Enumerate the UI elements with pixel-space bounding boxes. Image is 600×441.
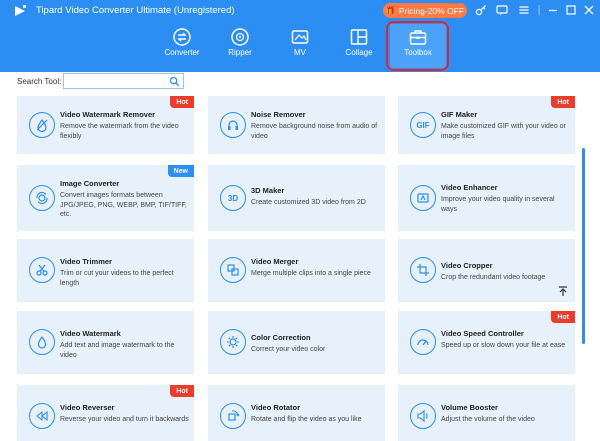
tool-title: Video Enhancer (441, 183, 498, 192)
app-header: Tipard Video Converter Ultimate (Unregis… (0, 0, 600, 72)
search-box[interactable] (63, 73, 184, 92)
pricing-promo-label: Pricing-20% OFF (398, 5, 465, 16)
tool-desc: Trim or cut your videos to the perfect l… (60, 270, 174, 287)
search-input[interactable] (64, 77, 164, 92)
tool-title: Video Rotator (251, 403, 301, 412)
new-badge: New (167, 165, 194, 177)
tool-card-video-merger[interactable]: Video Merger Merge multiple clips into a… (208, 239, 385, 302)
tool-card-video-enhancer[interactable]: Video Enhancer Improve your video qualit… (398, 165, 575, 231)
tool-card-video-reverser[interactable]: Hot Video Reverser Reverse your video an… (17, 385, 194, 441)
app-logo-icon (15, 4, 27, 16)
app-title: Tipard Video Converter Ultimate (Unregis… (36, 5, 235, 16)
water-drop-icon (29, 329, 55, 355)
mv-icon (291, 30, 309, 44)
tool-card-video-watermark[interactable]: Video Watermark Add text and image water… (17, 311, 194, 374)
hot-badge: Hot (551, 96, 575, 108)
gif-icon: GIF (410, 112, 436, 138)
color-correction-icon (220, 329, 246, 355)
nav-converter[interactable]: Converter (154, 24, 210, 64)
maximize-icon[interactable] (564, 3, 578, 17)
tool-card-color-correction[interactable]: Color Correction Correct your video colo… (208, 311, 385, 374)
tool-desc: Remove the watermark from the video flex… (60, 123, 179, 140)
vertical-scrollbar[interactable] (582, 148, 585, 344)
tool-desc: Adjust the volume of the video (441, 416, 535, 423)
tool-desc: Reverse your video and turn it backwards (60, 416, 189, 423)
menu-icon[interactable] (517, 3, 531, 17)
tool-title: Video Watermark Remover (60, 110, 156, 119)
image-converter-icon (29, 185, 55, 211)
tool-title: Video Merger (251, 257, 299, 266)
tool-title: Noise Remover (251, 110, 306, 119)
tool-desc: Improve your video quality in several wa… (441, 196, 555, 213)
enhancer-icon (410, 185, 436, 211)
tool-title: Video Watermark (60, 329, 121, 338)
tool-desc: Make customized GIF with your video or i… (441, 123, 566, 140)
tool-card-noise-remover[interactable]: Noise Remover Remove background noise fr… (208, 96, 385, 154)
tool-title: Color Correction (251, 333, 311, 342)
nav-mv-label: MV (294, 48, 306, 57)
minimize-icon[interactable] (546, 3, 560, 17)
tool-title: 3D Maker (251, 186, 285, 195)
tool-card-video-cropper[interactable]: Video Cropper Crop the redundant video f… (398, 239, 575, 302)
3d-icon: 3D (220, 185, 246, 211)
merger-icon (220, 257, 246, 283)
hot-badge: Hot (170, 96, 194, 108)
search-icon[interactable] (169, 76, 180, 87)
tool-card-video-rotator[interactable]: Video Rotator Rotate and flip the video … (208, 385, 385, 441)
title-bar: Tipard Video Converter Ultimate (Unregis… (0, 0, 600, 22)
tool-card-video-trimmer[interactable]: Video Trimmer Trim or cut your videos to… (17, 239, 194, 302)
disc-icon (231, 28, 249, 46)
search-tool-label: Search Tool: (17, 77, 62, 86)
tool-desc: Rotate and flip the video as you like (251, 416, 362, 423)
nav-collage[interactable]: Collage (331, 24, 387, 64)
tool-title: Video Speed Controller (441, 329, 524, 338)
tool-desc: Add text and image watermark to the vide… (60, 342, 175, 359)
hot-badge: Hot (551, 311, 575, 323)
back-to-top-icon[interactable] (557, 285, 569, 297)
close-icon[interactable] (582, 3, 596, 17)
hot-badge: Hot (170, 385, 194, 397)
tool-title: GIF Maker (441, 110, 478, 119)
nav-ripper[interactable]: Ripper (212, 24, 268, 64)
nav-ripper-label: Ripper (228, 48, 252, 57)
nav-converter-label: Converter (164, 48, 200, 57)
tool-title: Video Trimmer (60, 257, 112, 266)
tool-desc: Merge multiple clips into a single piece (251, 270, 371, 277)
tool-card-3d-maker[interactable]: 3D 3D Maker Create customized 3D video f… (208, 165, 385, 231)
tool-desc: Speed up or slow down your file at ease (441, 342, 566, 349)
tool-grid: Hot Video Watermark Remover Remove the w… (0, 96, 600, 441)
volume-icon (410, 403, 436, 429)
collage-icon (350, 29, 368, 45)
chat-icon[interactable] (495, 3, 509, 17)
tool-title: Video Cropper (441, 261, 493, 270)
tool-card-volume-booster[interactable]: Volume Booster Adjust the volume of the … (398, 385, 575, 441)
tool-desc: Remove background noise from audio of vi… (251, 123, 378, 140)
toolbox-highlight-annotation (386, 21, 449, 71)
key-icon[interactable] (474, 3, 488, 17)
rewind-icon (29, 403, 55, 429)
gift-icon: 🎁 (385, 6, 396, 15)
separator: | (537, 4, 541, 16)
rotate-icon (220, 403, 246, 429)
converter-icon (173, 28, 191, 46)
nav-collage-label: Collage (345, 48, 373, 57)
watermark-remover-icon (29, 112, 55, 138)
tool-desc: Create customized 3D video from 2D (251, 199, 366, 206)
nav-mv[interactable]: MV (272, 24, 328, 64)
pricing-promo-button[interactable]: 🎁 Pricing-20% OFF (383, 3, 467, 18)
crop-icon (410, 257, 436, 283)
tool-desc: Convert images formats between JPG/JPEG,… (60, 192, 187, 218)
scissors-icon (29, 257, 55, 283)
tool-card-video-speed-controller[interactable]: Hot Video Speed Controller Speed up or s… (398, 311, 575, 374)
speed-icon (410, 329, 436, 355)
tool-desc: Correct your video color (251, 346, 326, 353)
noise-remover-icon (220, 112, 246, 138)
tool-title: Video Reverser (60, 403, 115, 412)
tool-title: Image Converter (60, 179, 120, 188)
tool-card-video-watermark-remover[interactable]: Hot Video Watermark Remover Remove the w… (17, 96, 194, 154)
tool-desc: Crop the redundant video footage (441, 274, 546, 281)
tool-card-gif-maker[interactable]: Hot GIF GIF Maker Make customized GIF wi… (398, 96, 575, 154)
tool-title: Volume Booster (441, 403, 498, 412)
tool-card-image-converter[interactable]: New Image Converter Convert images forma… (17, 165, 194, 231)
